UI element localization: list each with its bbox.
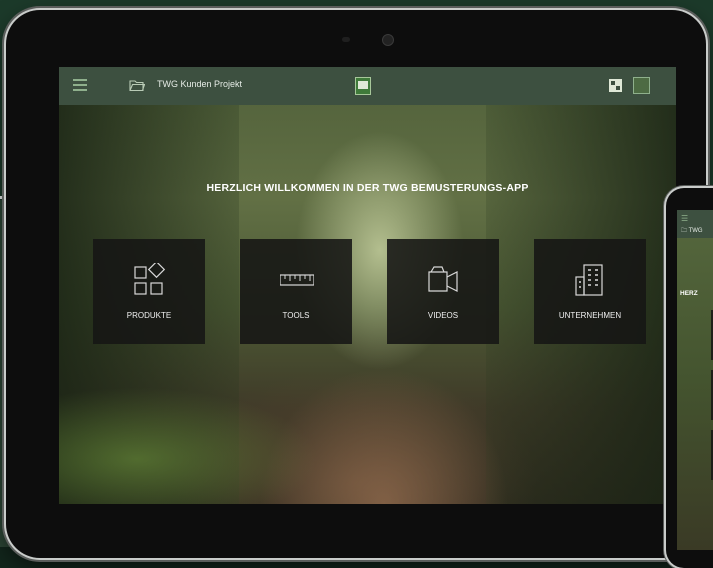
welcome-heading: HERZLICH WILLKOMMEN IN DER TWG BEMUSTERU… [206,182,529,194]
menu-icon[interactable] [73,79,87,91]
tile-company-label: UNTERNEHMEN [558,311,622,320]
app-topbar: TWG Kunden Projekt [59,67,676,105]
phone-project-title[interactable]: 🗀 TWG [681,226,703,236]
twg-logo-icon[interactable] [355,77,371,95]
grid-view-icon[interactable] [633,77,650,94]
tile-videos[interactable]: VIDEOS [387,239,499,344]
phone-topbar: ☰ 🗀 TWG [677,210,713,238]
tile-company[interactable]: UNTERNEHMEN [534,239,646,344]
video-camera-icon [428,266,458,292]
tile-products[interactable]: PRODUKTE [93,239,205,344]
phone-device: ☰ 🗀 TWG HERZ [666,188,713,568]
tablet-screen: TWG Kunden Projekt HERZLICH WILLKOMMEN I… [59,67,676,504]
phone-menu-icon[interactable]: ☰ [681,214,688,223]
tile-products-label: PRODUKTE [126,311,172,320]
phone-folder-icon: 🗀 [681,228,688,234]
project-title[interactable]: TWG Kunden Projekt [157,79,242,89]
products-icon [134,263,166,295]
building-icon [575,264,603,296]
phone-screen: ☰ 🗀 TWG HERZ [677,210,713,550]
forest-path [259,367,509,504]
phone-welcome-heading: HERZ [680,290,698,297]
tablet-device: TWG Kunden Projekt HERZLICH WILLKOMMEN I… [6,10,706,558]
tablet-camera [382,34,394,46]
ruler-icon [280,274,314,286]
tile-tools-label: TOOLS [282,311,310,320]
phone-title-text: TWG [688,228,703,234]
folder-icon[interactable] [129,79,145,92]
tile-tools[interactable]: TOOLS [240,239,352,344]
tile-videos-label: VIDEOS [427,311,459,320]
tablet-sensor [342,37,350,42]
qr-code-icon[interactable] [609,79,622,92]
